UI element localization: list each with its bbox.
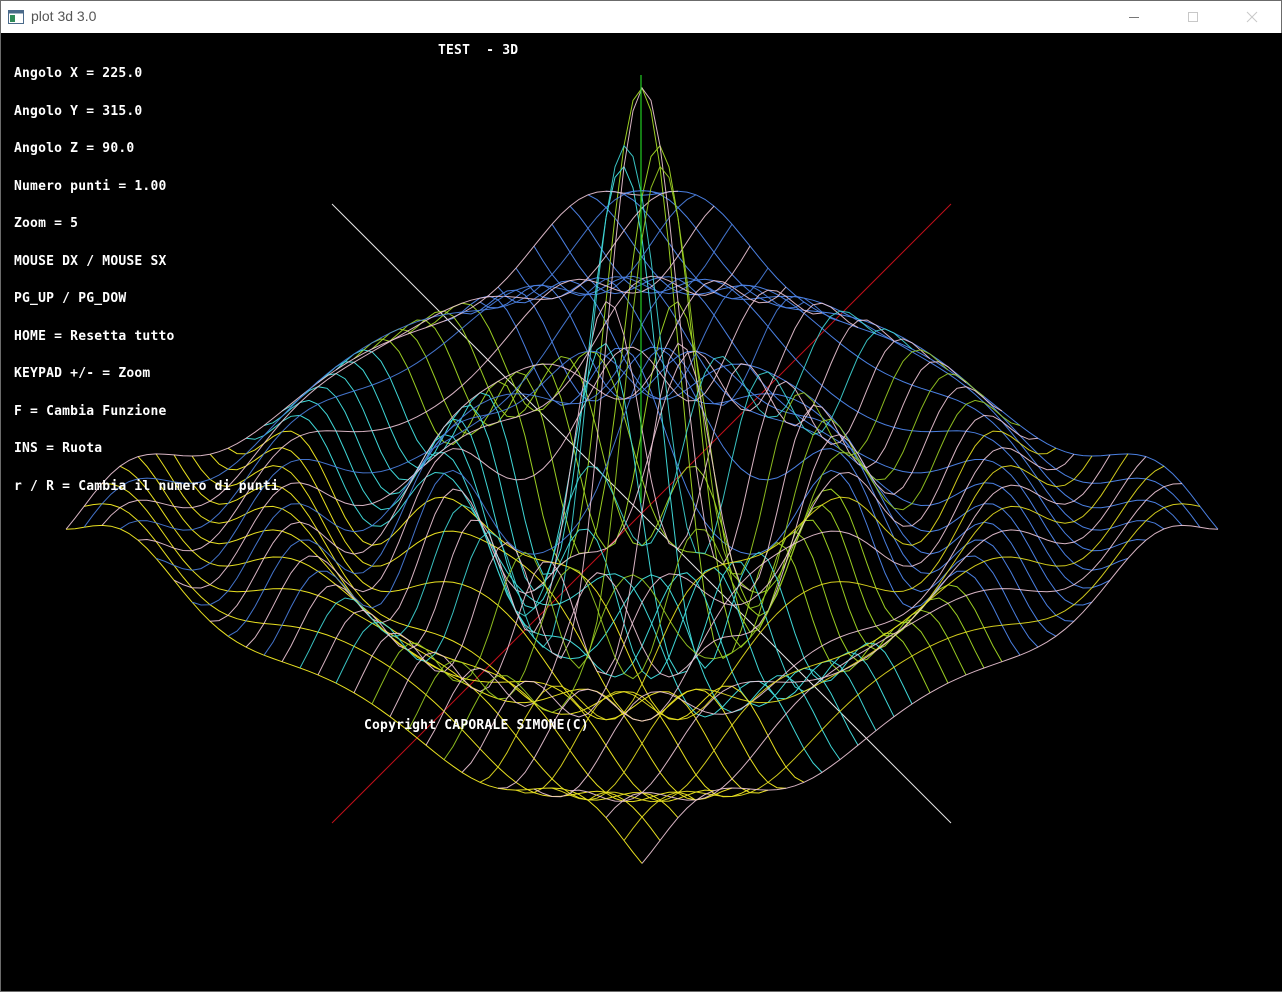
help-line-points-change: r / R = Cambia il numero di punti	[14, 478, 279, 494]
help-panel: Angolo X = 225.0 Angolo Y = 315.0 Angolo…	[14, 43, 279, 518]
help-line-home: HOME = Resetta tutto	[14, 328, 175, 344]
mesh-line	[641, 524, 1219, 864]
mesh-line	[389, 342, 967, 717]
help-line-function: F = Cambia Funzione	[14, 403, 167, 419]
mesh-line	[551, 223, 1129, 571]
help-line-angle-z: Angolo Z = 90.0	[14, 141, 135, 156]
minimize-button[interactable]	[1105, 1, 1163, 33]
help-line-rotate: INS = Ruota	[14, 441, 103, 456]
copyright-text: Copyright CAPORALE SIMONE(C)	[364, 718, 589, 733]
help-line-page: PG_UP / PG_DOW	[14, 291, 127, 306]
help-line-angle-x: Angolo X = 225.0	[14, 66, 143, 81]
help-line-keypad: KEYPAD +/- = Zoom	[14, 366, 151, 381]
mesh-line	[299, 310, 877, 669]
help-line-mouse: MOUSE DX / MOUSE SX	[14, 253, 167, 269]
mesh-line	[65, 524, 643, 864]
plot-canvas[interactable]: TEST - 3D Angolo X = 225.0 Angolo Y = 31…	[2, 33, 1282, 991]
mesh-line	[209, 447, 787, 789]
mesh-line	[569, 456, 1147, 802]
app-window: plot 3d 3.0 TEST - 3D Angolo X = 225.0 A…	[0, 0, 1282, 992]
mesh-line	[407, 310, 985, 669]
mesh-line	[443, 295, 1021, 656]
close-button[interactable]	[1223, 1, 1281, 33]
help-line-angle-y: Angolo Y = 315.0	[14, 103, 143, 119]
mesh-line	[317, 342, 895, 717]
mesh-line	[263, 295, 841, 656]
mesh-line	[533, 454, 1111, 798]
mesh-line	[497, 447, 1075, 789]
plot-title: TEST - 3D	[438, 43, 519, 58]
mesh-line	[605, 190, 1183, 526]
mesh-line	[551, 453, 1129, 801]
mesh-line	[281, 302, 859, 662]
close-icon	[1246, 11, 1258, 23]
help-line-points: Numero punti = 1.00	[14, 178, 167, 194]
maximize-button[interactable]	[1164, 1, 1222, 33]
minimize-icon	[1129, 17, 1139, 18]
help-line-zoom: Zoom = 5	[14, 216, 79, 231]
title-bar[interactable]: plot 3d 3.0	[1, 0, 1281, 33]
maximize-icon	[1188, 12, 1198, 22]
window-title: plot 3d 3.0	[31, 8, 97, 24]
mesh-line	[425, 302, 1003, 662]
app-window-icon	[8, 10, 24, 24]
